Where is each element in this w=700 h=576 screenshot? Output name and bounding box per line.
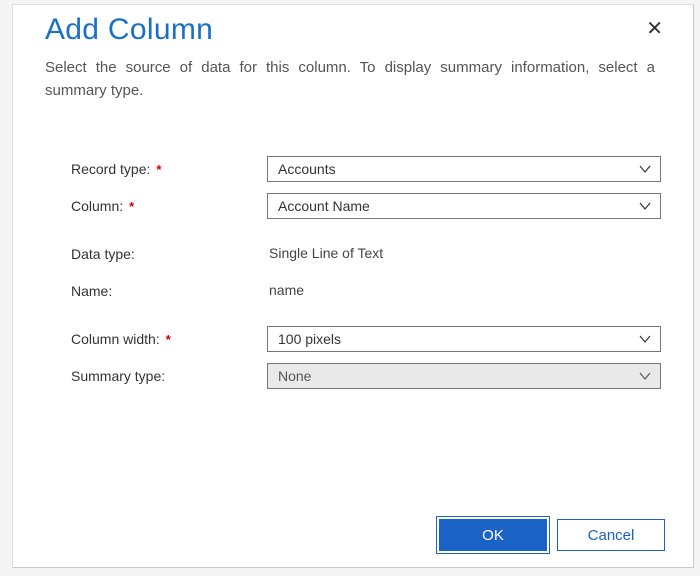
field-record-type: Accounts — [267, 156, 661, 182]
select-column-width[interactable]: 100 pixels — [267, 326, 661, 352]
label-data-type: Data type: — [69, 246, 267, 262]
field-column-width: 100 pixels — [267, 326, 661, 352]
value-data-type: Single Line of Text — [267, 245, 383, 261]
chevron-down-icon — [638, 162, 652, 176]
row-summary-type: Summary type: None — [69, 363, 661, 389]
label-text: Name: — [71, 283, 112, 299]
label-name: Name: — [69, 283, 267, 299]
label-summary-type: Summary type: — [69, 368, 267, 384]
field-name: name — [267, 282, 661, 300]
add-column-dialog: Add Column ✕ Select the source of data f… — [12, 4, 694, 568]
cancel-button[interactable]: Cancel — [557, 519, 665, 551]
close-icon: ✕ — [646, 18, 663, 40]
value-name: name — [267, 282, 304, 298]
label-text: Summary type: — [71, 368, 165, 384]
label-text: Column width: — [71, 331, 160, 347]
ok-button[interactable]: OK — [439, 519, 547, 551]
select-value: None — [278, 368, 311, 384]
field-data-type: Single Line of Text — [267, 245, 661, 263]
chevron-down-icon — [638, 199, 652, 213]
label-column: Column: * — [69, 198, 267, 214]
label-text: Data type: — [71, 246, 135, 262]
dialog-footer: OK Cancel — [45, 519, 665, 553]
required-marker: * — [156, 162, 161, 177]
label-text: Column: — [71, 198, 123, 214]
chevron-down-icon — [638, 369, 652, 383]
row-column-width: Column width: * 100 pixels — [69, 326, 661, 352]
close-button[interactable]: ✕ — [646, 13, 665, 39]
field-summary-type: None — [267, 363, 661, 389]
row-name: Name: name — [69, 278, 661, 304]
chevron-down-icon — [638, 332, 652, 346]
form: Record type: * Accounts Column: * Accoun… — [45, 156, 665, 400]
select-record-type[interactable]: Accounts — [267, 156, 661, 182]
row-data-type: Data type: Single Line of Text — [69, 241, 661, 267]
row-column: Column: * Account Name — [69, 193, 661, 219]
required-marker: * — [129, 199, 134, 214]
label-text: Record type: — [71, 161, 150, 177]
label-column-width: Column width: * — [69, 331, 267, 347]
dialog-title: Add Column — [45, 13, 213, 47]
select-summary-type: None — [267, 363, 661, 389]
label-record-type: Record type: * — [69, 161, 267, 177]
select-value: 100 pixels — [278, 331, 341, 347]
dialog-header: Add Column ✕ — [45, 13, 665, 47]
dialog-subtitle: Select the source of data for this colum… — [45, 57, 655, 102]
field-column: Account Name — [267, 193, 661, 219]
row-record-type: Record type: * Accounts — [69, 156, 661, 182]
select-column[interactable]: Account Name — [267, 193, 661, 219]
required-marker: * — [166, 332, 171, 347]
select-value: Accounts — [278, 161, 336, 177]
select-value: Account Name — [278, 198, 370, 214]
